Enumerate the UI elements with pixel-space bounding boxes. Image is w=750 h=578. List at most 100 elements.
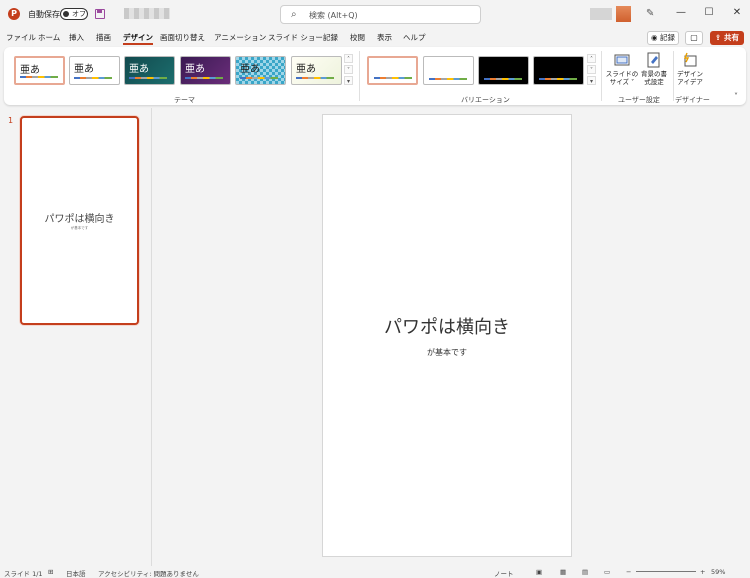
variation-scroll-up-icon[interactable]: ˄ <box>587 54 596 63</box>
tab-help[interactable]: ヘルプ <box>403 32 426 43</box>
slide-size-label-2: サイズ ˅ <box>609 78 635 86</box>
reading-view-icon[interactable]: ▤ <box>582 568 588 576</box>
tab-design[interactable]: デザイン <box>123 32 153 45</box>
zoom-out-icon[interactable]: − <box>626 568 631 576</box>
tab-draw[interactable]: 描画 <box>96 32 111 43</box>
autosave-label: 自動保存 <box>28 10 60 19</box>
theme-glyph: 亜あ <box>240 64 260 75</box>
tab-animations[interactable]: アニメーション <box>214 32 266 43</box>
avatar[interactable] <box>616 6 631 22</box>
ribbon-divider <box>601 51 602 101</box>
theme-glyph: 亜あ <box>296 64 316 75</box>
variation-more-icon[interactable]: ▾ <box>587 76 596 85</box>
slide-number: 1 <box>8 116 14 125</box>
variation-2[interactable] <box>423 56 474 85</box>
theme-3[interactable]: 亜あ <box>124 56 175 85</box>
format-background-label-2: 式設定 <box>644 78 664 86</box>
normal-view-icon[interactable]: ▣ <box>536 568 542 576</box>
theme-glyph: 亜あ <box>185 64 205 75</box>
theme-scroll-up-icon[interactable]: ˄ <box>344 54 353 63</box>
theme-color-bar <box>74 77 112 79</box>
variation-3[interactable] <box>478 56 529 85</box>
design-ideas-label-1: デザイン <box>677 70 703 78</box>
user-name-blurred <box>590 8 612 20</box>
minimize-button[interactable]: — <box>673 7 689 18</box>
theme-glyph: 亜あ <box>129 64 149 75</box>
thumbnail-title: パワポは横向き <box>44 214 115 225</box>
tab-file[interactable]: ファイル <box>6 32 36 43</box>
theme-glyph: 亜あ <box>20 65 40 76</box>
zoom-slider[interactable] <box>636 571 696 572</box>
tab-record[interactable]: 記録 <box>323 32 338 43</box>
slideshow-icon[interactable]: ▭ <box>604 568 610 576</box>
autosave-toggle-label: オフ <box>72 10 86 18</box>
status-bar: スライド 1/1 ⊞ 日本語 アクセシビリティ: 問題ありません ノート ▣ ▦… <box>0 566 750 578</box>
design-ideas-button[interactable]: デザイン アイデア <box>672 52 708 86</box>
maximize-button[interactable]: ☐ <box>701 7 717 18</box>
tab-home[interactable]: ホーム <box>38 32 60 43</box>
variation-color-bar <box>484 78 522 80</box>
pen-icon[interactable]: ✎ <box>646 8 654 19</box>
document-name-blurred <box>124 8 170 19</box>
theme-2[interactable]: 亜あ <box>69 56 120 85</box>
slide-subtitle[interactable]: が基本です <box>323 347 571 358</box>
slide-title[interactable]: パワポは横向き <box>323 313 571 339</box>
theme-office[interactable]: 亜あ <box>14 56 65 85</box>
variation-1[interactable] <box>367 56 418 85</box>
autosave-toggle[interactable]: オフ <box>60 8 88 20</box>
theme-color-bar <box>185 77 223 79</box>
zoom-in-icon[interactable]: + <box>700 568 705 576</box>
design-ideas-icon <box>683 52 697 67</box>
tab-insert[interactable]: 挿入 <box>69 32 84 43</box>
theme-color-bar <box>20 76 58 78</box>
slide-canvas[interactable]: パワポは横向き が基本です <box>322 114 572 557</box>
user-settings-group-label: ユーザー設定 <box>618 96 660 104</box>
toggle-knob <box>63 11 69 17</box>
search-box[interactable]: ⌕ 検索 (Alt+Q) <box>280 5 481 24</box>
theme-glyph: 亜あ <box>74 64 94 75</box>
tab-slideshow[interactable]: スライド ショー <box>268 32 323 43</box>
theme-color-bar <box>296 77 334 79</box>
search-icon: ⌕ <box>291 9 297 20</box>
slide-size-icon <box>614 54 630 66</box>
variation-4[interactable] <box>533 56 584 85</box>
comment-icon[interactable]: ▢ <box>685 31 703 45</box>
powerpoint-logo-icon: P <box>8 8 20 20</box>
language[interactable]: 日本語 <box>66 568 86 578</box>
spellcheck-icon[interactable]: ⊞ <box>48 568 53 576</box>
slide-thumbnail[interactable]: パワポは横向き が基本です <box>20 116 139 325</box>
theme-color-bar <box>240 77 278 79</box>
record-button[interactable]: ◉ 記録 <box>647 31 679 45</box>
variation-color-bar <box>429 78 467 80</box>
save-icon[interactable] <box>95 9 105 19</box>
tab-review[interactable]: 校閲 <box>350 32 365 43</box>
theme-4[interactable]: 亜あ <box>180 56 231 85</box>
menu-bar: ファイル ホーム 挿入 描画 デザイン 画面切り替え アニメーション スライド … <box>0 30 750 46</box>
close-button[interactable]: ✕ <box>729 7 745 18</box>
theme-6[interactable]: 亜あ <box>291 56 342 85</box>
notes-button[interactable]: ノート <box>494 568 514 578</box>
design-ideas-label-2: アイデア <box>677 78 703 86</box>
ribbon-collapse-icon[interactable]: ˅ <box>734 92 738 101</box>
format-background-button[interactable]: 背景の書 式設定 <box>636 52 672 86</box>
variation-scroll-down-icon[interactable]: ˅ <box>587 65 596 74</box>
theme-5[interactable]: 亜あ <box>235 56 286 85</box>
variation-color-bar <box>374 77 412 79</box>
search-placeholder: 検索 (Alt+Q) <box>309 11 358 20</box>
ribbon-divider <box>359 51 360 101</box>
tab-view[interactable]: 表示 <box>377 32 392 43</box>
designer-group-label: デザイナー <box>675 96 710 104</box>
slide-sorter-icon[interactable]: ▦ <box>560 568 566 576</box>
share-button[interactable]: ⇪ 共有 <box>710 31 744 45</box>
theme-more-icon[interactable]: ▾ <box>344 76 353 85</box>
zoom-level[interactable]: 59% <box>711 568 725 576</box>
format-background-icon <box>647 52 660 68</box>
slide-size-button[interactable]: スライドの サイズ ˅ <box>604 52 640 86</box>
theme-color-bar <box>129 77 167 79</box>
accessibility-status[interactable]: アクセシビリティ: 問題ありません <box>98 568 199 578</box>
theme-scroll-down-icon[interactable]: ˅ <box>344 65 353 74</box>
slide-count: スライド 1/1 <box>4 570 43 578</box>
variations-group-label: バリエーション <box>461 96 510 104</box>
tab-transitions[interactable]: 画面切り替え <box>160 32 205 43</box>
ribbon: 亜あ 亜あ 亜あ 亜あ 亜あ 亜あ ˄ ˅ ▾ テーマ ˄ ˅ ▾ バリエーショ… <box>4 47 746 105</box>
